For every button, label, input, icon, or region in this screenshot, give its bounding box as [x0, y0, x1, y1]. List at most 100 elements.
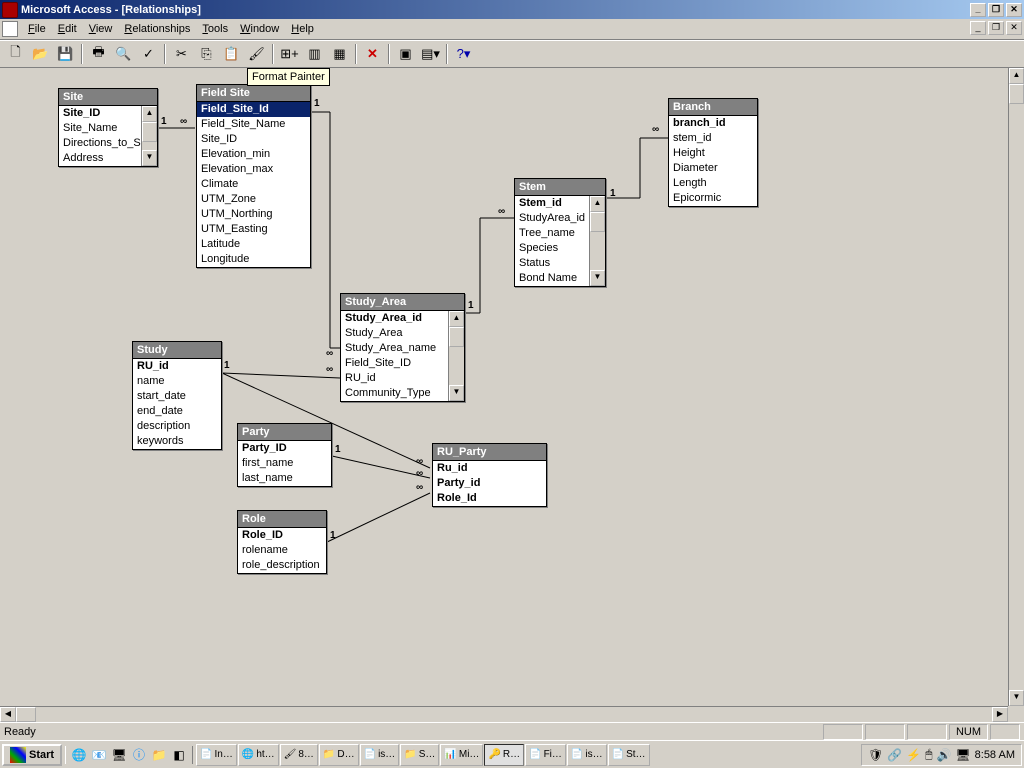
format-painter-icon[interactable]: 🖌: [245, 43, 268, 65]
outlook-icon[interactable]: 📧: [90, 746, 108, 764]
show-direct-icon[interactable]: ▥: [303, 43, 326, 65]
mdi-restore-button[interactable]: ❐: [988, 21, 1004, 35]
table-study[interactable]: Study RU_id name start_date end_date des…: [132, 341, 222, 450]
new-object-icon[interactable]: ▤▾: [419, 43, 442, 65]
field-item[interactable]: Field_Site_Name: [197, 117, 310, 132]
field-item[interactable]: RU_id: [133, 359, 221, 374]
menu-view[interactable]: View: [83, 21, 119, 37]
field-item[interactable]: UTM_Zone: [197, 192, 310, 207]
mdi-minimize-button[interactable]: _: [970, 21, 986, 35]
field-item[interactable]: Role_Id: [433, 491, 546, 506]
close-button[interactable]: ✕: [1006, 3, 1022, 17]
table-field-site[interactable]: Field Site Field_Site_Id Field_Site_Name…: [196, 84, 311, 268]
tray-icon[interactable]: 🛡: [868, 748, 883, 762]
mdi-close-button[interactable]: ✕: [1006, 21, 1022, 35]
field-item[interactable]: first_name: [238, 456, 331, 471]
info-icon[interactable]: ⓘ: [130, 746, 148, 764]
task-button-active[interactable]: 🔑R…: [484, 744, 524, 766]
menu-window[interactable]: Window: [234, 21, 285, 37]
show-table-icon[interactable]: ⊞+: [278, 43, 301, 65]
field-item[interactable]: StudyArea_id: [515, 211, 589, 226]
field-item[interactable]: Species: [515, 241, 589, 256]
table-branch[interactable]: Branch branch_id stem_id Height Diameter…: [668, 98, 758, 207]
start-button[interactable]: Start: [2, 744, 62, 766]
table-title[interactable]: Site: [59, 89, 157, 106]
field-item[interactable]: name: [133, 374, 221, 389]
table-site[interactable]: Site Site_ID Site_Name Directions_to_Si …: [58, 88, 158, 167]
tray-icon[interactable]: 🖥: [955, 748, 970, 762]
desktop-icon[interactable]: 🖥: [110, 746, 128, 764]
field-item[interactable]: Bond Name: [515, 271, 589, 286]
field-item[interactable]: Directions_to_Si: [59, 136, 141, 151]
task-button[interactable]: 📄Fi…: [525, 744, 566, 766]
tray-time[interactable]: 8:58 AM: [975, 749, 1015, 761]
new-icon[interactable]: 🗋: [4, 43, 27, 65]
field-item[interactable]: Elevation_min: [197, 147, 310, 162]
task-button[interactable]: 📁D…: [319, 744, 359, 766]
field-item[interactable]: Ru_id: [433, 461, 546, 476]
spelling-icon[interactable]: ✓: [137, 43, 160, 65]
field-item[interactable]: Study_Area_id: [341, 311, 448, 326]
folder-icon[interactable]: 📁: [150, 746, 168, 764]
task-button[interactable]: 📊Mi…: [440, 744, 483, 766]
table-title[interactable]: Party: [238, 424, 331, 441]
field-item[interactable]: Climate: [197, 177, 310, 192]
field-item[interactable]: Diameter: [669, 161, 757, 176]
tray-icon[interactable]: 🔗: [887, 748, 902, 762]
scrollbar[interactable]: ▲▼: [589, 196, 605, 286]
field-item[interactable]: Site_Name: [59, 121, 141, 136]
clear-layout-icon[interactable]: ✕: [361, 43, 384, 65]
table-title[interactable]: Branch: [669, 99, 757, 116]
task-button[interactable]: 🖌8…: [280, 744, 318, 766]
field-item[interactable]: Elevation_max: [197, 162, 310, 177]
menu-file[interactable]: File: [22, 21, 52, 37]
field-item[interactable]: Longitude: [197, 252, 310, 267]
field-item[interactable]: rolename: [238, 543, 326, 558]
cut-icon[interactable]: ✂: [170, 43, 193, 65]
table-role[interactable]: Role Role_ID rolename role_description: [237, 510, 327, 574]
show-all-icon[interactable]: ▦: [328, 43, 351, 65]
tray-icon[interactable]: ⚡: [906, 748, 921, 762]
save-icon[interactable]: 💾: [54, 43, 77, 65]
canvas-hscroll[interactable]: ◀▶: [0, 706, 1008, 722]
field-item[interactable]: Epicormic: [669, 191, 757, 206]
menu-tools[interactable]: Tools: [196, 21, 234, 37]
copy-icon[interactable]: ⎘: [195, 43, 218, 65]
canvas-vscroll[interactable]: ▲▼: [1008, 68, 1024, 706]
field-item[interactable]: Party_ID: [238, 441, 331, 456]
field-item[interactable]: Status: [515, 256, 589, 271]
table-title[interactable]: Stem: [515, 179, 605, 196]
task-button[interactable]: 🌐ht…: [238, 744, 279, 766]
table-title[interactable]: Role: [238, 511, 326, 528]
table-title[interactable]: Study_Area: [341, 294, 464, 311]
scrollbar[interactable]: ▲▼: [448, 311, 464, 401]
tray-icon[interactable]: 🖱: [925, 747, 932, 762]
field-item[interactable]: Tree_name: [515, 226, 589, 241]
restore-button[interactable]: ❐: [988, 3, 1004, 17]
field-item[interactable]: RU_id: [341, 371, 448, 386]
field-item[interactable]: branch_id: [669, 116, 757, 131]
field-item[interactable]: Height: [669, 146, 757, 161]
app-icon[interactable]: ◧: [170, 746, 188, 764]
task-button[interactable]: 📄St…: [608, 744, 650, 766]
paste-icon[interactable]: 📋: [220, 43, 243, 65]
field-item[interactable]: Site_ID: [59, 106, 141, 121]
field-item[interactable]: Field_Site_Id: [197, 102, 310, 117]
field-item[interactable]: keywords: [133, 434, 221, 449]
field-item[interactable]: Stem_id: [515, 196, 589, 211]
scrollbar[interactable]: ▲▼: [141, 106, 157, 166]
table-stem[interactable]: Stem Stem_id StudyArea_id Tree_name Spec…: [514, 178, 606, 287]
field-item[interactable]: stem_id: [669, 131, 757, 146]
field-item[interactable]: Field_Site_ID: [341, 356, 448, 371]
menu-edit[interactable]: Edit: [52, 21, 83, 37]
field-item[interactable]: Study_Area: [341, 326, 448, 341]
table-study-area[interactable]: Study_Area Study_Area_id Study_Area Stud…: [340, 293, 465, 402]
field-item[interactable]: Latitude: [197, 237, 310, 252]
field-item[interactable]: description: [133, 419, 221, 434]
relationships-canvas[interactable]: 1 ∞ 1 ∞ 1 ∞ 1 ∞ 1 ∞ ∞ 1 ∞ 1 ∞ Site Site_…: [0, 68, 1024, 722]
task-button[interactable]: 📄is…: [567, 744, 607, 766]
field-item[interactable]: end_date: [133, 404, 221, 419]
field-item[interactable]: Site_ID: [197, 132, 310, 147]
field-item[interactable]: UTM_Northing: [197, 207, 310, 222]
field-item[interactable]: Study_Area_name: [341, 341, 448, 356]
